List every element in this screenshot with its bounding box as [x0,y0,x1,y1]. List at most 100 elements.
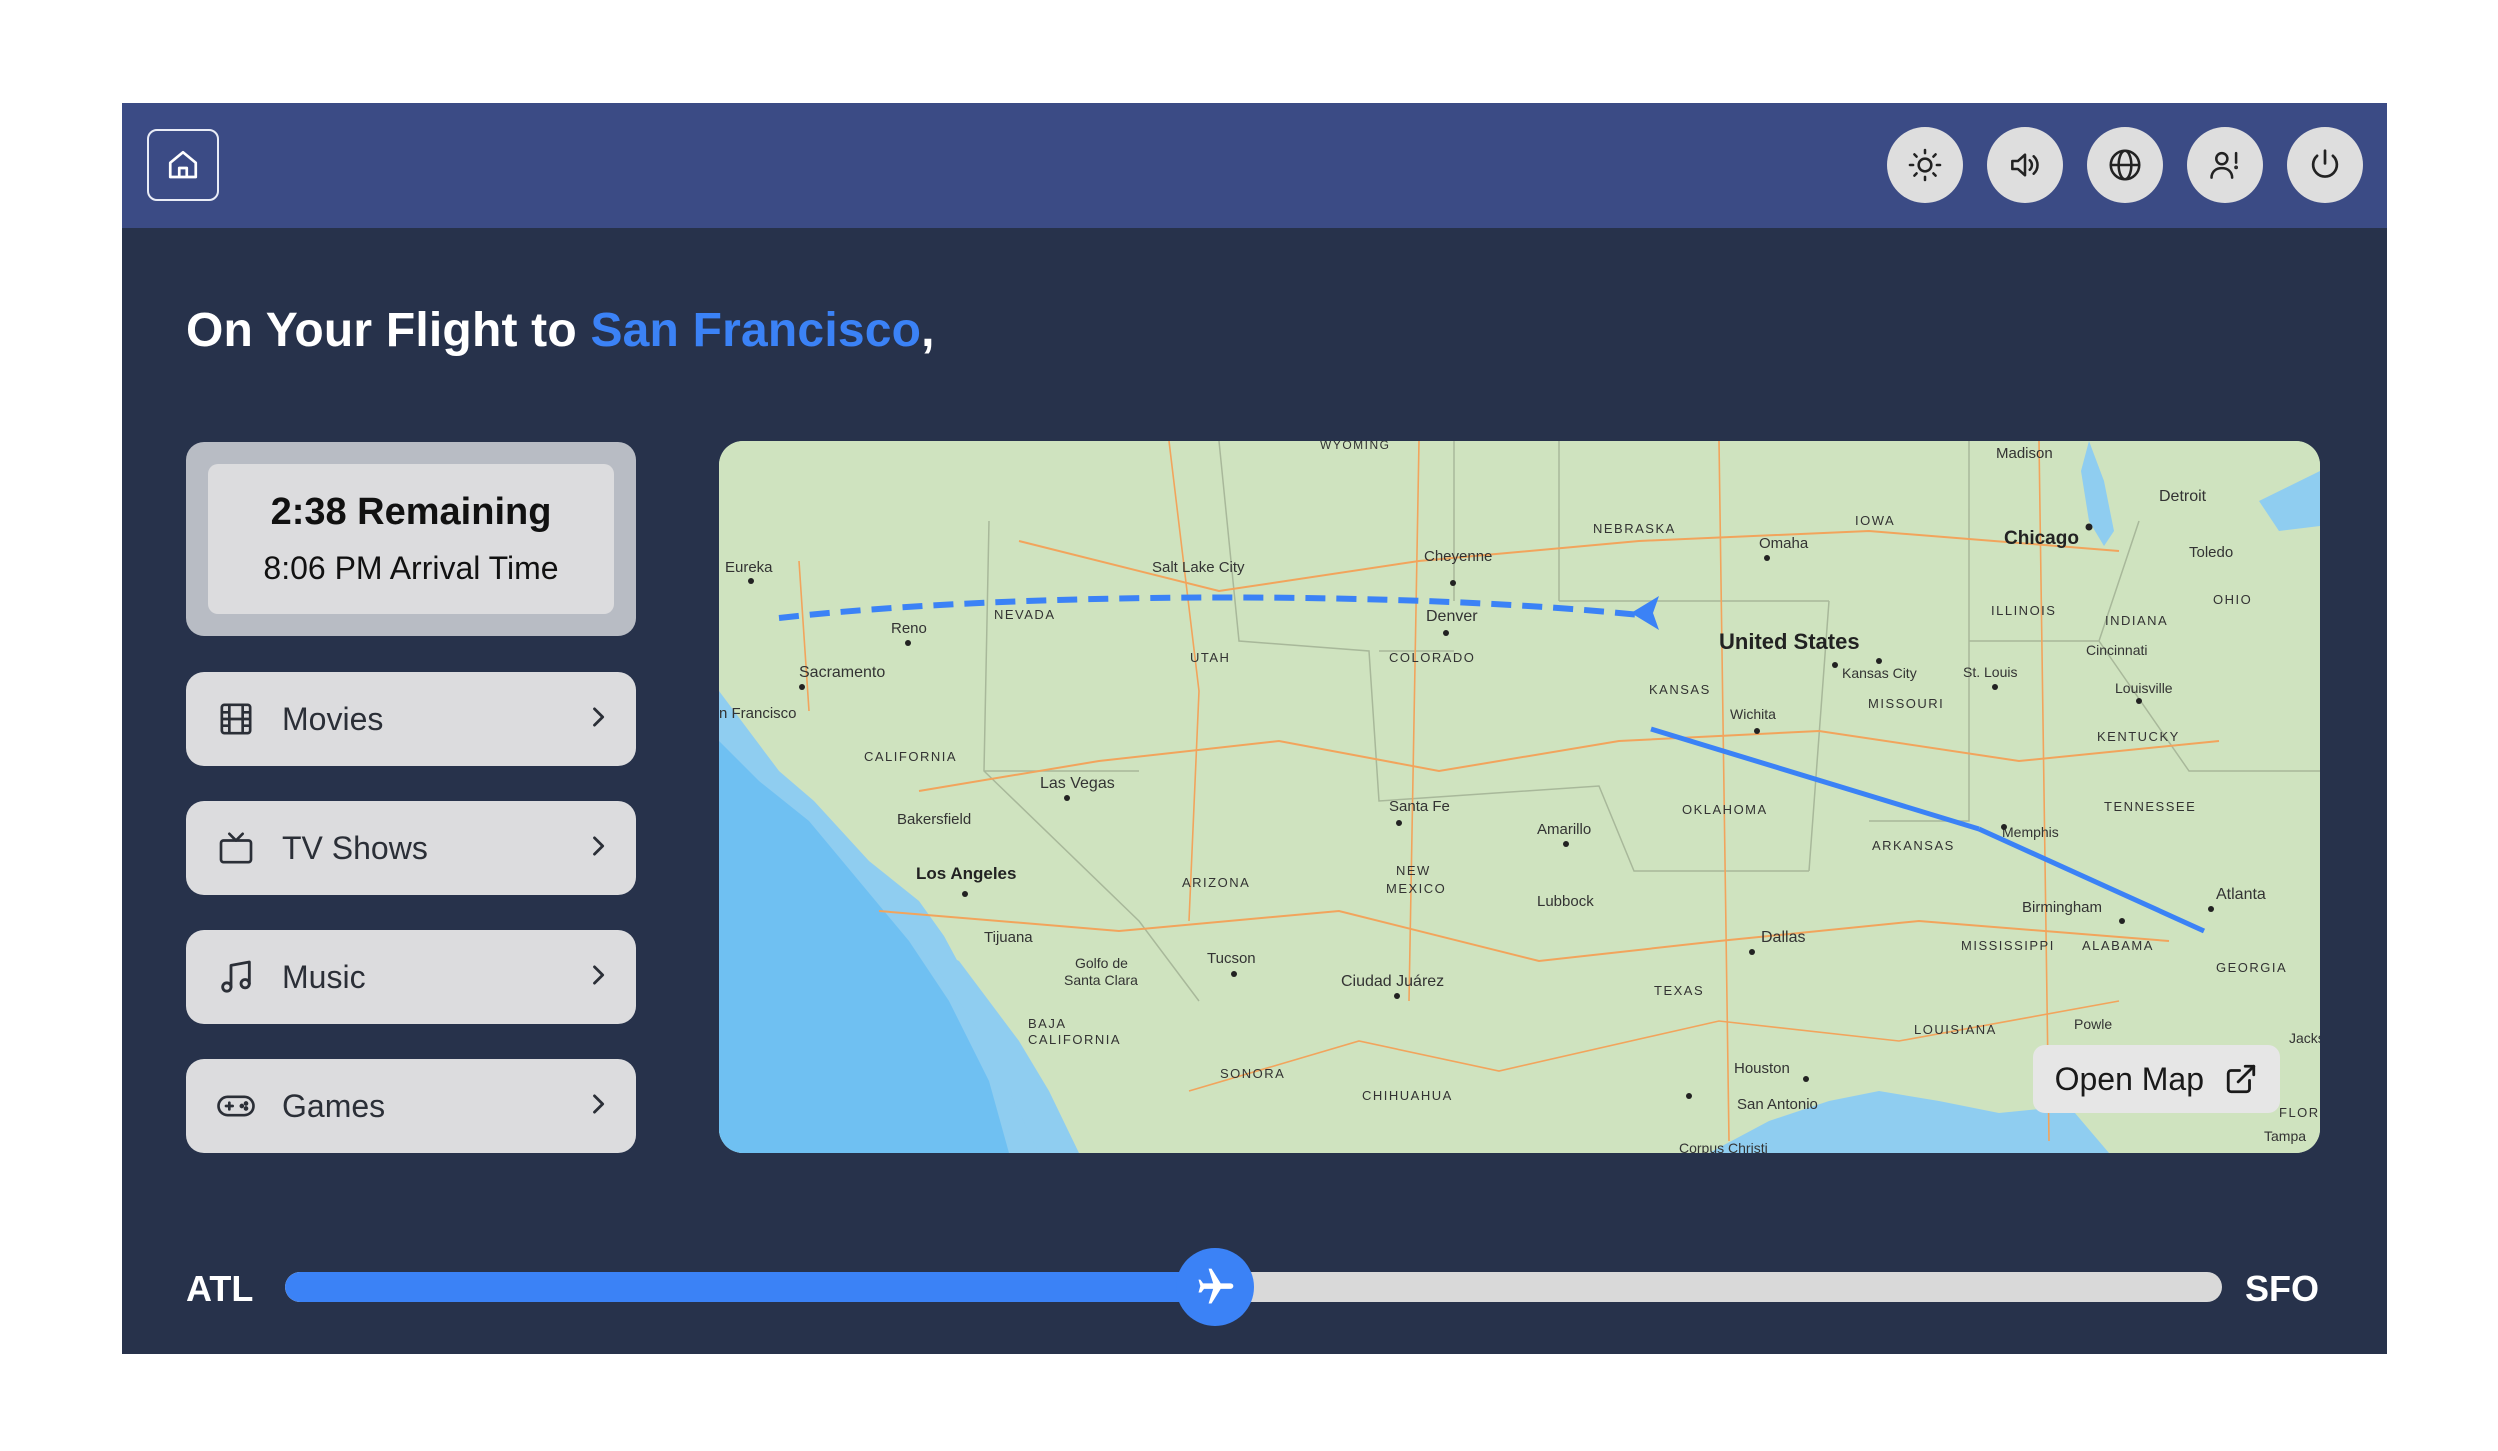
system-controls [1887,127,2363,203]
svg-text:SONORA: SONORA [1220,1066,1285,1081]
svg-text:CALIFORNIA: CALIFORNIA [1028,1032,1121,1047]
flight-time-panel: 2:38 Remaining 8:06 PM Arrival Time [208,464,614,614]
arrival-time: 8:06 PM Arrival Time [263,550,559,586]
chevron-right-icon [584,832,612,865]
svg-text:Memphis: Memphis [2002,824,2059,840]
svg-text:Kansas City: Kansas City [1842,665,1917,681]
svg-text:FLORID: FLORID [2279,1105,2320,1120]
tv-shows-label: TV Shows [282,829,428,866]
svg-text:CALIFORNIA: CALIFORNIA [864,749,957,764]
svg-text:Atlanta: Atlanta [2216,886,2266,903]
svg-text:Eureka: Eureka [725,559,773,576]
film-icon [216,699,256,739]
svg-text:Golfo de: Golfo de [1075,955,1128,971]
globe-icon [2109,149,2141,181]
svg-text:Cheyenne: Cheyenne [1424,548,1492,565]
progress-fill [285,1272,1215,1302]
external-link-icon [2226,1064,2256,1094]
volume-button[interactable] [1987,127,2063,203]
svg-text:n Francisco: n Francisco [719,705,797,722]
svg-text:San Antonio: San Antonio [1737,1096,1818,1113]
language-button[interactable] [2087,127,2163,203]
svg-text:LOUISIANA: LOUISIANA [1914,1022,1997,1037]
flight-progress: ATL SFO [122,1248,2387,1328]
svg-text:Ciudad Juárez: Ciudad Juárez [1341,973,1444,990]
svg-text:Dallas: Dallas [1761,929,1805,946]
svg-text:Las Vegas: Las Vegas [1040,775,1115,792]
flight-map[interactable]: United States Chicago Madison Detroit To… [719,441,2320,1153]
svg-text:Santa Fe: Santa Fe [1389,798,1450,815]
page-title: On Your Flight to San Francisco, [186,303,935,358]
svg-text:TENNESSEE: TENNESSEE [2104,799,2196,814]
open-map-button[interactable]: Open Map [2032,1045,2280,1113]
svg-text:United States: United States [1719,629,1860,654]
flight-time-card: 2:38 Remaining 8:06 PM Arrival Time [186,442,636,636]
svg-text:KENTUCKY: KENTUCKY [2097,729,2180,744]
svg-text:NEVADA: NEVADA [994,607,1056,622]
time-remaining: 2:38 Remaining [270,491,552,533]
progress-handle[interactable] [1175,1248,1254,1326]
svg-text:ALABAMA: ALABAMA [2082,938,2154,953]
svg-text:Wichita: Wichita [1730,706,1776,722]
call-attendant-button[interactable] [2187,127,2263,203]
svg-text:Cincinnati: Cincinnati [2086,642,2147,658]
svg-text:CHIHUAHUA: CHIHUAHUA [1362,1088,1453,1103]
svg-text:St. Louis: St. Louis [1963,664,2017,680]
svg-text:Chicago: Chicago [2004,528,2079,549]
movies-button[interactable]: Movies [186,672,636,766]
svg-text:Santa Clara: Santa Clara [1064,972,1138,988]
svg-text:KANSAS: KANSAS [1649,682,1711,697]
svg-text:Reno: Reno [891,620,927,637]
open-map-label: Open Map [2054,1060,2204,1097]
svg-text:BAJA: BAJA [1028,1016,1067,1031]
svg-text:OKLAHOMA: OKLAHOMA [1682,802,1768,817]
svg-text:Omaha: Omaha [1759,535,1809,552]
svg-text:Corpus Christi: Corpus Christi [1679,1140,1768,1153]
music-button[interactable]: Music [186,930,636,1024]
svg-text:MISSISSIPPI: MISSISSIPPI [1961,938,2055,953]
svg-text:Amarillo: Amarillo [1537,821,1591,838]
power-button[interactable] [2287,127,2363,203]
movies-label: Movies [282,700,384,737]
headline-prefix: On Your Flight to [186,304,591,357]
gamepad-icon [216,1086,256,1126]
brightness-button[interactable] [1887,127,1963,203]
tv-shows-button[interactable]: TV Shows [186,801,636,895]
entertainment-screen: On Your Flight to San Francisco, 2:38 Re… [122,103,2387,1354]
home-icon [168,150,198,179]
svg-text:NEW: NEW [1396,863,1431,878]
svg-text:ILLINOIS: ILLINOIS [1991,603,2056,618]
svg-text:Lubbock: Lubbock [1537,893,1594,910]
home-button[interactable] [147,129,219,201]
svg-text:Toledo: Toledo [2189,544,2233,561]
games-label: Games [282,1087,386,1124]
top-bar [122,103,2387,228]
svg-text:Tucson: Tucson [1207,950,1256,967]
svg-text:UTAH: UTAH [1190,650,1230,665]
tv-icon [216,828,256,868]
headline-suffix: , [921,304,935,357]
games-button[interactable]: Games [186,1059,636,1153]
svg-text:NEBRASKA: NEBRASKA [1593,521,1676,536]
svg-text:MEXICO: MEXICO [1386,881,1446,896]
svg-text:Houston: Houston [1734,1060,1790,1077]
svg-text:COLORADO: COLORADO [1389,650,1475,665]
svg-text:Madison: Madison [1996,445,2053,462]
svg-text:OHIO: OHIO [2213,592,2252,607]
svg-text:Bakersfield: Bakersfield [897,811,971,828]
svg-text:IOWA: IOWA [1855,513,1895,528]
call-attendant-icon [2210,151,2238,179]
svg-text:MISSOURI: MISSOURI [1868,696,1944,711]
svg-text:Denver: Denver [1426,608,1478,625]
svg-text:Tampa: Tampa [2264,1128,2306,1144]
destination-city: San Francisco [590,304,922,357]
music-note-icon [216,957,256,997]
svg-text:Louisville: Louisville [2115,680,2173,696]
music-label: Music [282,958,366,995]
svg-text:GEORGIA: GEORGIA [2216,960,2287,975]
airplane-icon [1198,1268,1234,1304]
power-icon [2311,149,2339,178]
svg-text:Los Angeles: Los Angeles [916,864,1016,883]
svg-text:INDIANA: INDIANA [2105,613,2168,628]
svg-text:Detroit: Detroit [2159,488,2207,505]
